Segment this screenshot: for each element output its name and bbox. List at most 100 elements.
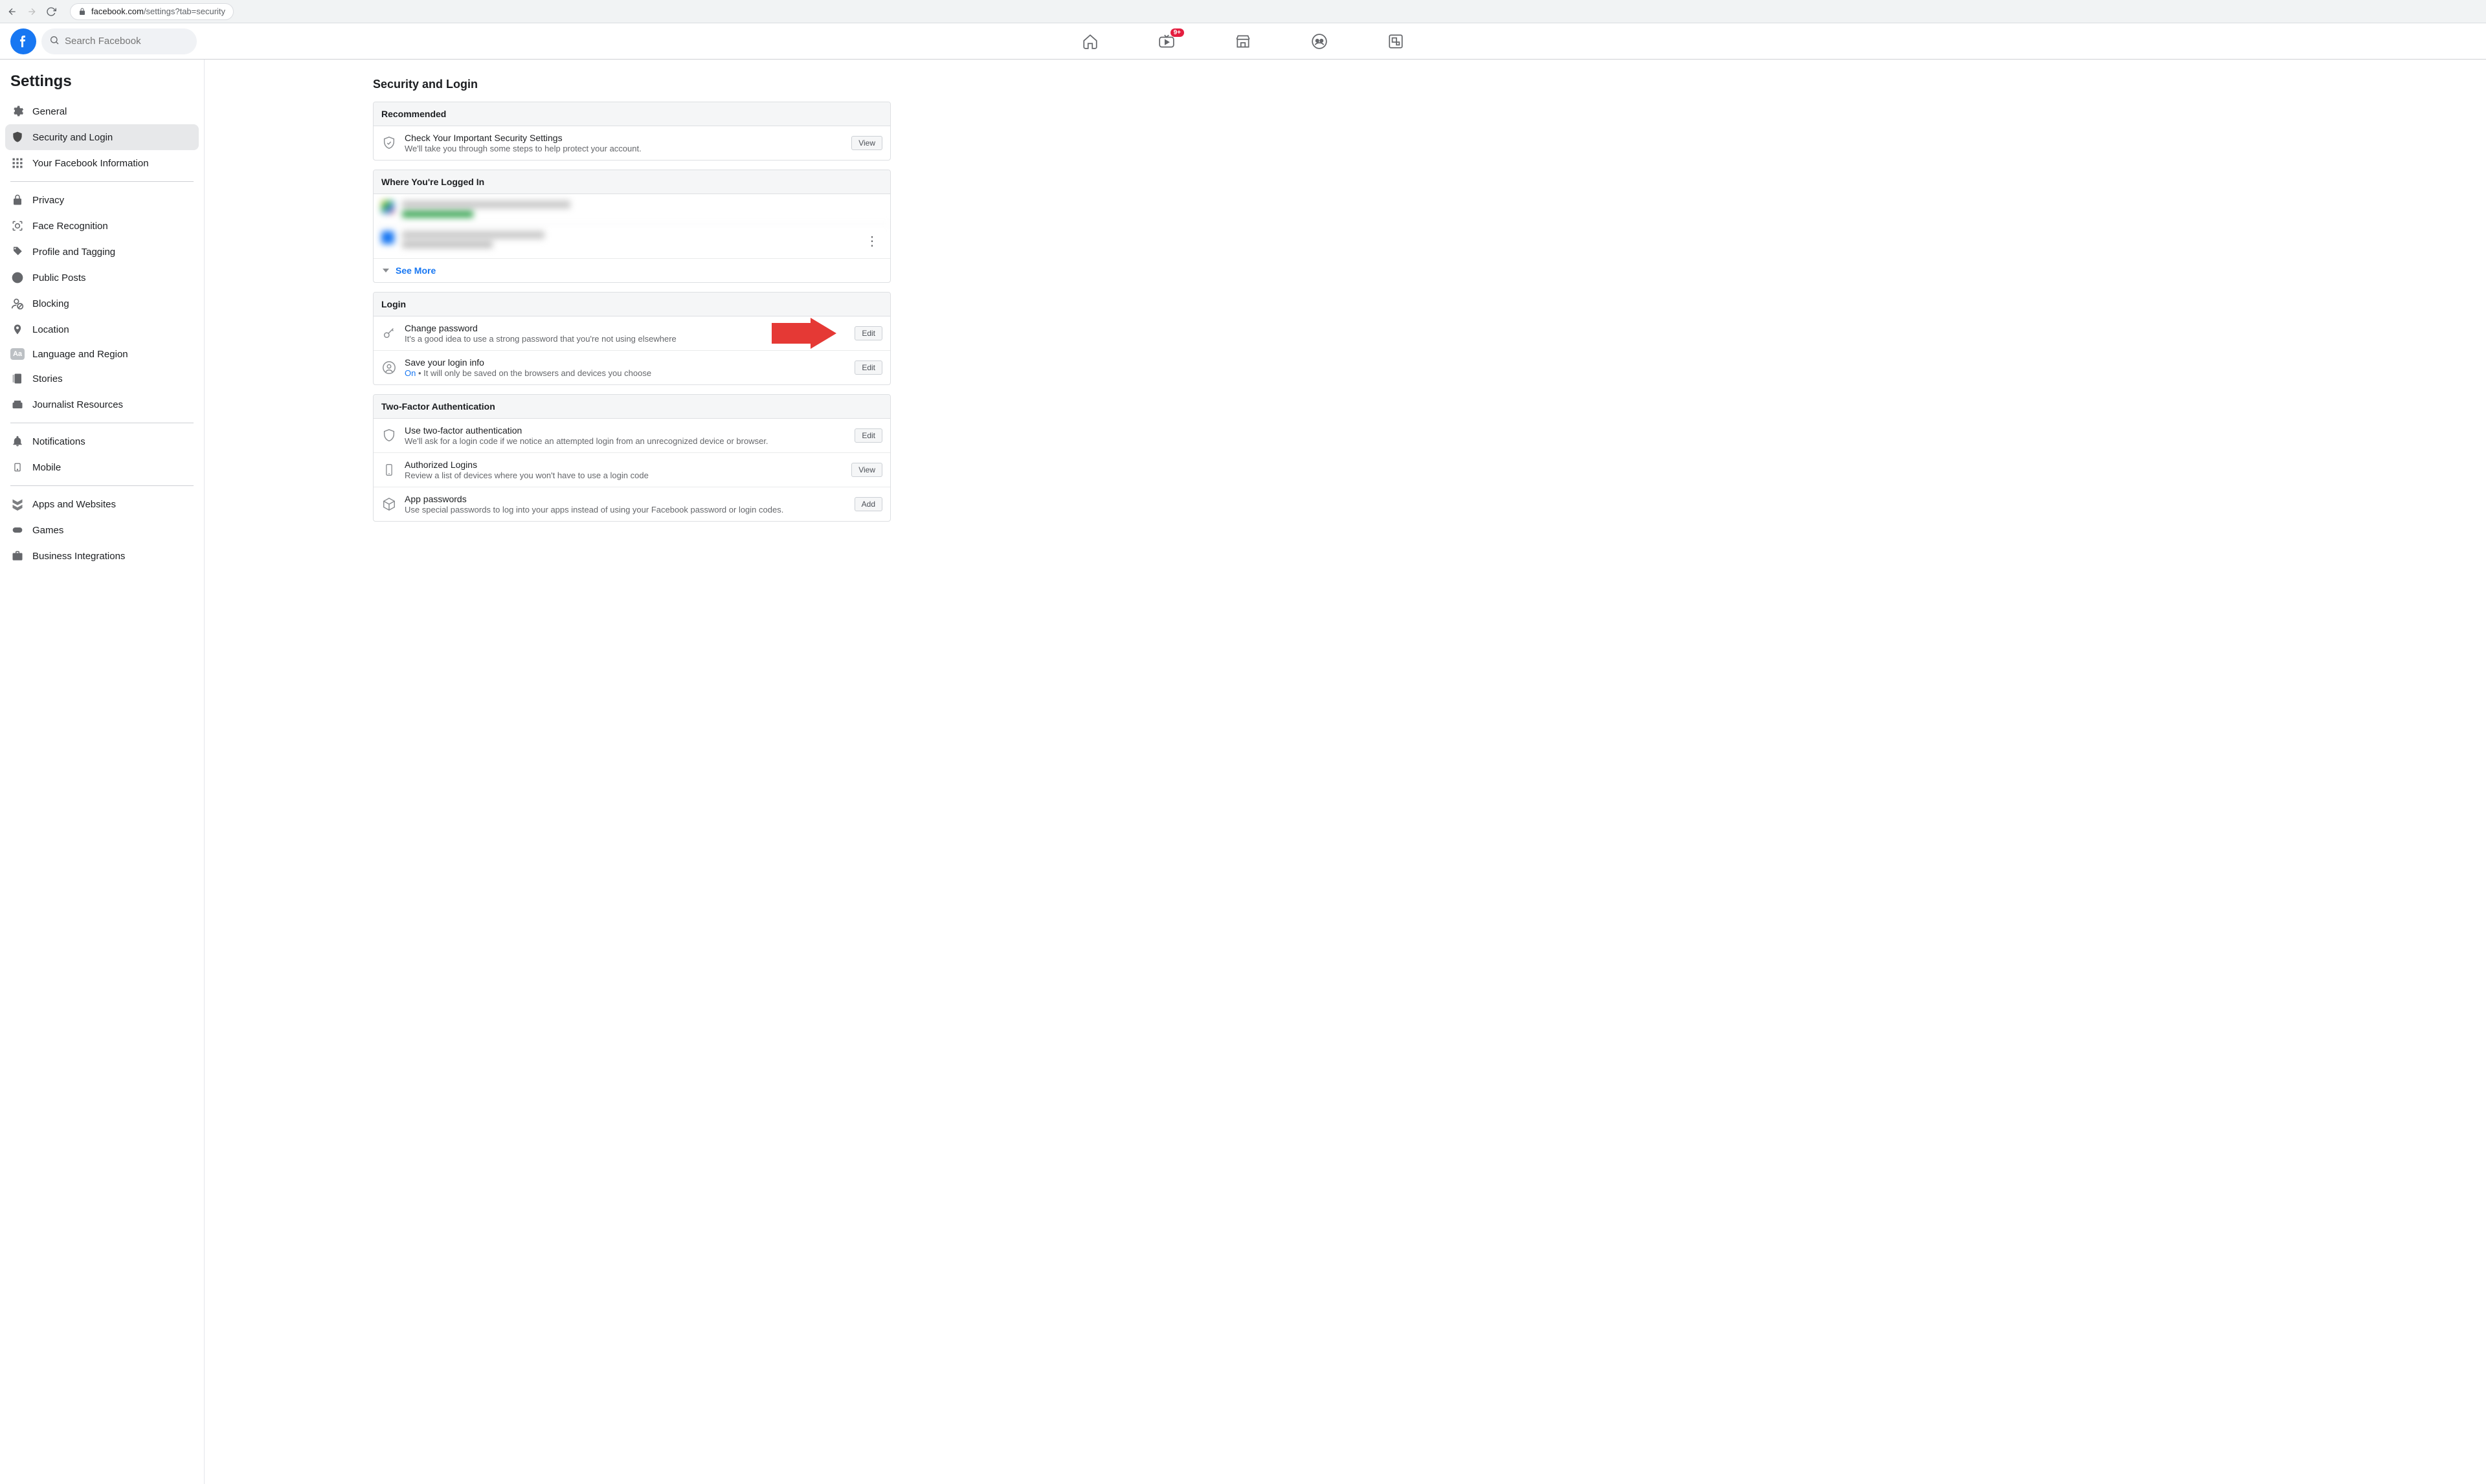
- sidebar-item-label: Location: [32, 324, 69, 335]
- sidebar-item-fbinfo[interactable]: Your Facebook Information: [5, 150, 199, 176]
- lock-icon: [78, 8, 86, 16]
- chevron-down-icon: [383, 269, 389, 272]
- edit-button[interactable]: Edit: [855, 428, 882, 443]
- sidebar-divider: [10, 181, 194, 182]
- watch-badge: 9+: [1170, 28, 1184, 37]
- sidebar-item-general[interactable]: General: [5, 98, 199, 124]
- section-logged-in: Where You're Logged In: [373, 170, 891, 283]
- device-icon: [381, 462, 397, 478]
- center-nav: 9+: [1055, 26, 1431, 57]
- facebook-logo[interactable]: [10, 28, 36, 54]
- row-title: Check Your Important Security Settings: [405, 133, 844, 143]
- device-row: [374, 194, 890, 225]
- row-title: Change password: [405, 323, 847, 333]
- sidebar-item-label: Language and Region: [32, 349, 128, 360]
- sidebar-item-privacy[interactable]: Privacy: [5, 187, 199, 213]
- sidebar-item-label: General: [32, 106, 67, 117]
- cube-icon: [381, 496, 397, 512]
- tab-groups[interactable]: [1284, 26, 1355, 57]
- row-subtitle: Review a list of devices where you won't…: [405, 471, 844, 480]
- sidebar-item-label: Profile and Tagging: [32, 247, 115, 258]
- sidebar-item-journalist[interactable]: Journalist Resources: [5, 392, 199, 417]
- sidebar-item-public-posts[interactable]: Public Posts: [5, 265, 199, 291]
- sidebar-item-profile-tagging[interactable]: Profile and Tagging: [5, 239, 199, 265]
- browser-chrome: facebook.com/settings?tab=security: [0, 0, 2486, 23]
- settings-sidebar: Settings General Security and Login Your…: [0, 60, 205, 1484]
- see-more-link[interactable]: See More: [374, 259, 890, 282]
- sidebar-item-apps[interactable]: Apps and Websites: [5, 491, 199, 517]
- tab-gaming[interactable]: [1360, 26, 1431, 57]
- sidebar-item-stories[interactable]: Stories: [5, 366, 199, 392]
- sidebar-item-label: Face Recognition: [32, 221, 108, 232]
- see-more-label: See More: [396, 265, 436, 276]
- row-subtitle: Use special passwords to log into your a…: [405, 505, 847, 515]
- tab-home[interactable]: [1055, 26, 1126, 57]
- sidebar-item-label: Business Integrations: [32, 551, 125, 562]
- device-icon: [381, 231, 394, 244]
- tab-marketplace[interactable]: [1207, 26, 1279, 57]
- url-host: facebook.com/settings?tab=security: [91, 6, 225, 16]
- block-icon: [10, 296, 25, 311]
- sidebar-item-blocking[interactable]: Blocking: [5, 291, 199, 316]
- row-save-login-info: Save your login info On • It will only b…: [374, 351, 890, 384]
- sidebar-item-label: Games: [32, 525, 63, 536]
- search-box[interactable]: [41, 28, 197, 54]
- sidebar-item-security[interactable]: Security and Login: [5, 124, 199, 150]
- browser-url-bar[interactable]: facebook.com/settings?tab=security: [70, 3, 234, 20]
- sidebar-item-notifications[interactable]: Notifications: [5, 428, 199, 454]
- press-icon: [10, 397, 25, 412]
- row-title: Authorized Logins: [405, 460, 844, 470]
- section-login: Login Change password It's a good idea t…: [373, 292, 891, 385]
- row-title: App passwords: [405, 494, 847, 504]
- page-title: Security and Login: [373, 78, 891, 91]
- sidebar-item-label: Mobile: [32, 462, 61, 473]
- sidebar-item-location[interactable]: Location: [5, 316, 199, 342]
- sidebar-item-label: Notifications: [32, 436, 85, 447]
- section-header: Where You're Logged In: [374, 170, 890, 194]
- view-button[interactable]: View: [851, 136, 882, 150]
- user-circle-icon: [381, 360, 397, 375]
- browser-forward-button[interactable]: [26, 6, 38, 17]
- main: Security and Login Recommended Check You…: [205, 60, 2486, 1484]
- section-recommended: Recommended Check Your Important Securit…: [373, 102, 891, 161]
- pin-icon: [10, 322, 25, 337]
- view-button[interactable]: View: [851, 463, 882, 477]
- sidebar-item-business[interactable]: Business Integrations: [5, 543, 199, 569]
- sidebar-item-mobile[interactable]: Mobile: [5, 454, 199, 480]
- row-check-security: Check Your Important Security Settings W…: [374, 126, 890, 160]
- search-input[interactable]: [65, 36, 189, 47]
- globe-icon: [10, 271, 25, 285]
- section-header: Login: [374, 293, 890, 316]
- sidebar-item-label: Your Facebook Information: [32, 158, 149, 169]
- apps-icon: [10, 497, 25, 511]
- add-button[interactable]: Add: [855, 497, 882, 511]
- games-icon: [10, 523, 25, 537]
- row-use-2fa: Use two-factor authentication We'll ask …: [374, 419, 890, 453]
- tab-watch[interactable]: 9+: [1131, 26, 1202, 57]
- row-subtitle: On • It will only be saved on the browse…: [405, 368, 847, 378]
- sidebar-title: Settings: [5, 67, 199, 98]
- sidebar-item-label: Privacy: [32, 195, 64, 206]
- sidebar-divider: [10, 485, 194, 486]
- row-authorized-logins: Authorized Logins Review a list of devic…: [374, 453, 890, 487]
- edit-button[interactable]: Edit: [855, 360, 882, 375]
- section-header: Recommended: [374, 102, 890, 126]
- browser-back-button[interactable]: [6, 6, 18, 17]
- tag-icon: [10, 245, 25, 259]
- sidebar-item-face-recognition[interactable]: Face Recognition: [5, 213, 199, 239]
- sidebar-item-games[interactable]: Games: [5, 517, 199, 543]
- sidebar-item-language[interactable]: Aa Language and Region: [5, 342, 199, 366]
- sidebar-item-label: Journalist Resources: [32, 399, 123, 410]
- search-icon: [49, 35, 60, 47]
- stories-icon: [10, 371, 25, 386]
- sidebar-item-label: Public Posts: [32, 272, 86, 283]
- section-two-factor: Two-Factor Authentication Use two-factor…: [373, 394, 891, 522]
- more-icon[interactable]: ⋮: [862, 231, 882, 252]
- sidebar-item-label: Blocking: [32, 298, 69, 309]
- grid-icon: [10, 156, 25, 170]
- sidebar-item-label: Stories: [32, 373, 63, 384]
- edit-button[interactable]: Edit: [855, 326, 882, 340]
- face-icon: [10, 219, 25, 233]
- browser-reload-button[interactable]: [45, 6, 57, 17]
- row-subtitle: We'll take you through some steps to hel…: [405, 144, 844, 153]
